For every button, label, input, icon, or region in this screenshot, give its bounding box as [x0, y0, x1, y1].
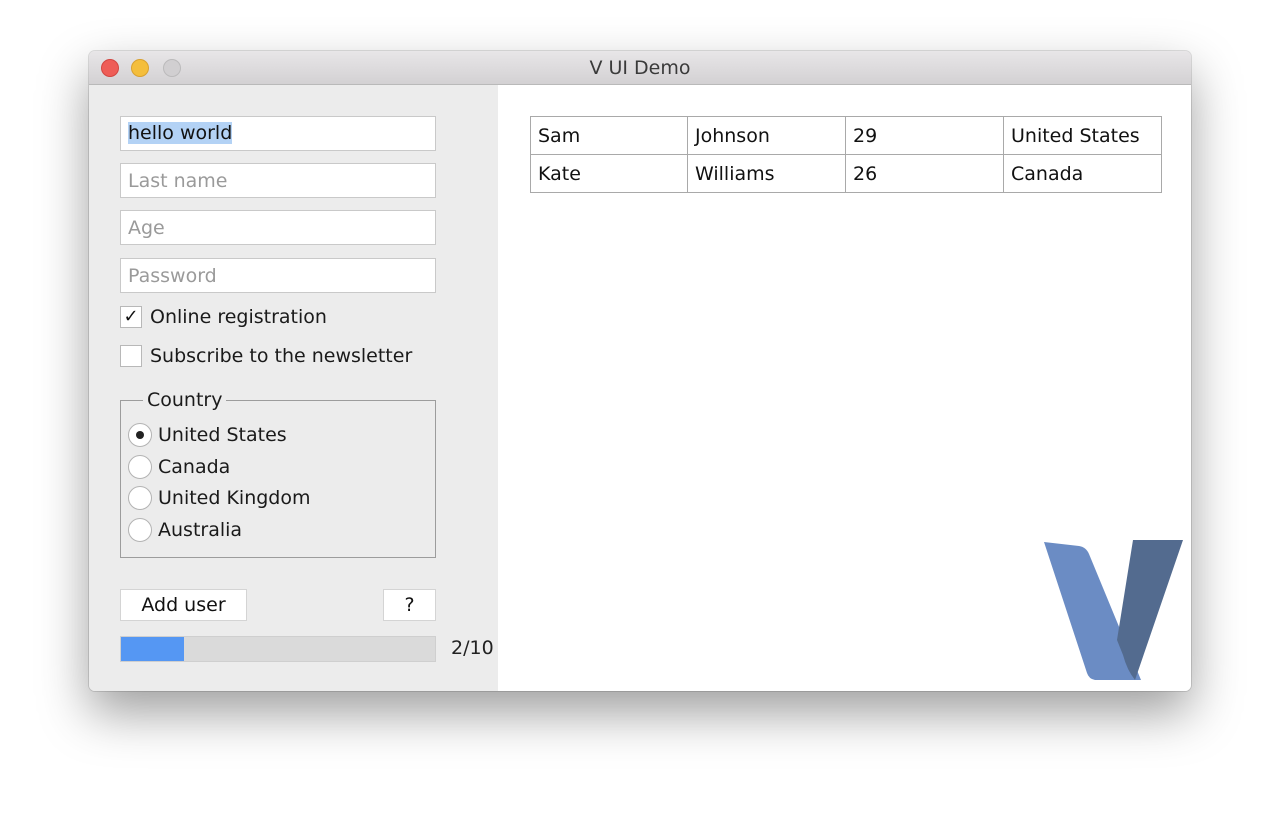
online-registration-option[interactable]: ✓ Online registration [120, 305, 327, 329]
newsletter-option[interactable]: Subscribe to the newsletter [120, 344, 412, 368]
table-cell: Canada [1003, 154, 1162, 193]
country-group-title: Country [143, 385, 227, 415]
progress-bar [120, 636, 436, 662]
users-panel: Sam Johnson 29 United States Kate Williams 26 C… [498, 85, 1191, 691]
table-cell: Sam [530, 116, 688, 155]
progress-bar-fill [121, 637, 184, 661]
radio-australia[interactable] [128, 518, 152, 542]
table-cell: Kate [530, 154, 688, 193]
progress-text: 2/10 [451, 637, 494, 659]
help-button[interactable]: ? [383, 589, 436, 621]
table-row: Sam Johnson 29 United States [530, 116, 1162, 155]
country-option-united-kingdom[interactable]: United Kingdom [128, 485, 311, 511]
last-name-field[interactable] [120, 163, 436, 198]
table-cell: 26 [845, 154, 1004, 193]
table-cell: Johnson [687, 116, 846, 155]
first-name-field[interactable]: hello world [120, 116, 436, 151]
country-option-australia[interactable]: Australia [128, 517, 242, 543]
table-cell: United States [1003, 116, 1162, 155]
online-registration-label: Online registration [150, 306, 327, 328]
password-field[interactable] [120, 258, 436, 293]
online-registration-checkbox[interactable]: ✓ [120, 306, 142, 328]
radio-united-states[interactable] [128, 423, 152, 447]
table-cell: 29 [845, 116, 1004, 155]
window-title: V UI Demo [589, 57, 691, 79]
add-user-button[interactable]: Add user [120, 589, 247, 621]
radio-label: Canada [158, 456, 231, 478]
newsletter-checkbox[interactable] [120, 345, 142, 367]
app-window: V UI Demo hello world ✓ Online registrat… [89, 51, 1191, 691]
first-name-value: hello world [128, 122, 233, 144]
radio-selected-dot [136, 431, 144, 439]
radio-canada[interactable] [128, 455, 152, 479]
radio-label: United States [158, 424, 287, 446]
newsletter-label: Subscribe to the newsletter [150, 345, 413, 367]
radio-label: Australia [158, 519, 243, 541]
country-option-united-states[interactable]: United States [128, 422, 287, 448]
checkmark-icon: ✓ [123, 306, 139, 327]
v-logo-icon [1044, 540, 1183, 680]
form-panel: hello world ✓ Online registration Subscr… [89, 85, 498, 691]
radio-united-kingdom[interactable] [128, 486, 152, 510]
radio-label: United Kingdom [158, 487, 311, 509]
country-group: Country United States Canada United King… [120, 385, 436, 558]
age-field[interactable] [120, 210, 436, 245]
table-cell: Williams [687, 154, 846, 193]
users-table: Sam Johnson 29 United States Kate Williams 26 C… [530, 116, 1162, 193]
titlebar[interactable]: V UI Demo [89, 51, 1191, 85]
table-row: Kate Williams 26 Canada [530, 154, 1162, 193]
country-option-canada[interactable]: Canada [128, 454, 230, 480]
